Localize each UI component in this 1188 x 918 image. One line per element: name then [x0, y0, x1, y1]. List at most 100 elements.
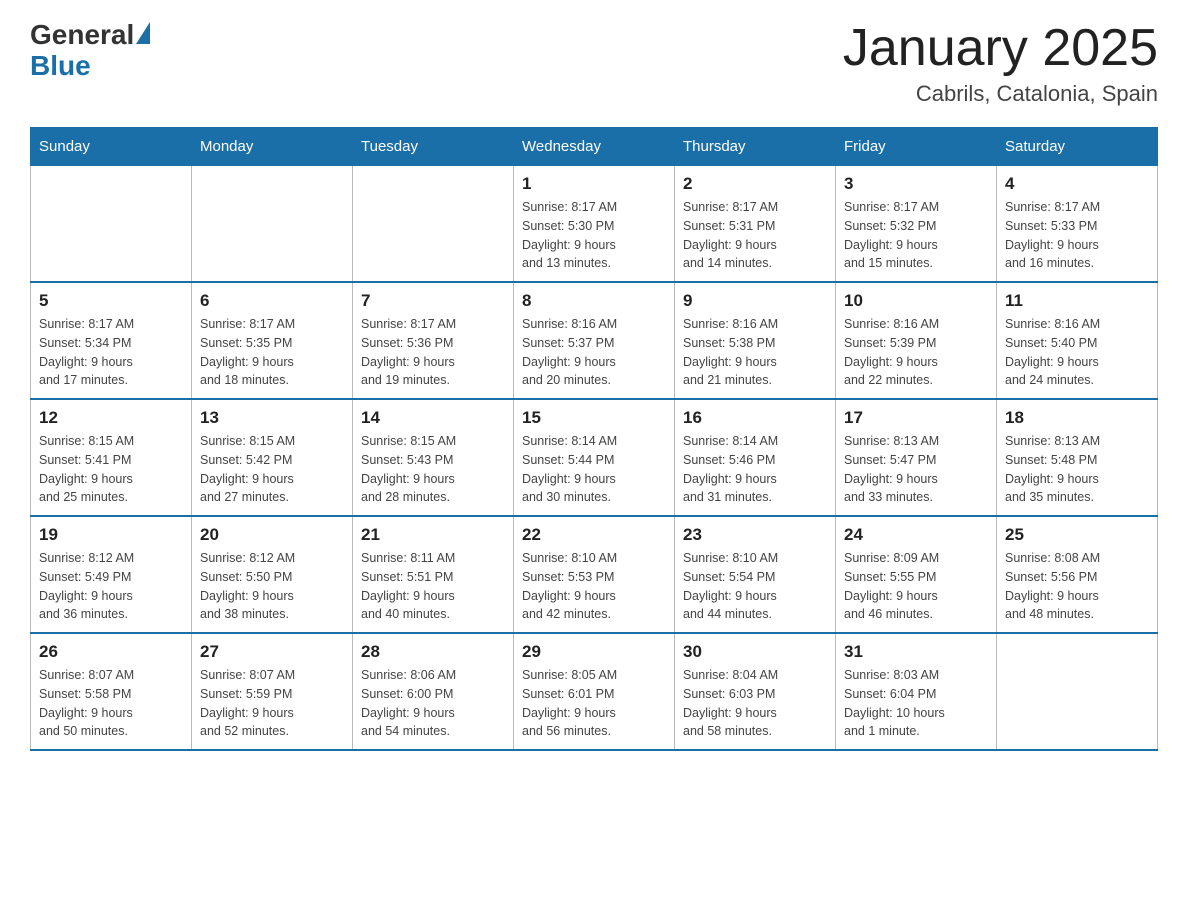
day-number: 9: [683, 291, 827, 311]
day-number: 19: [39, 525, 183, 545]
calendar-cell: 16 Sunrise: 8:14 AM Sunset: 5:46 PM Dayli…: [675, 399, 836, 516]
day-number: 24: [844, 525, 988, 545]
header-tuesday: Tuesday: [353, 128, 514, 166]
calendar-cell: 5 Sunrise: 8:17 AM Sunset: 5:34 PM Daylig…: [31, 282, 192, 399]
day-number: 11: [1005, 291, 1149, 311]
day-info: Sunrise: 8:14 AM Sunset: 5:44 PM Dayligh…: [522, 432, 666, 507]
day-number: 25: [1005, 525, 1149, 545]
calendar-cell: 13 Sunrise: 8:15 AM Sunset: 5:42 PM Dayli…: [192, 399, 353, 516]
day-info: Sunrise: 8:16 AM Sunset: 5:40 PM Dayligh…: [1005, 315, 1149, 390]
day-number: 30: [683, 642, 827, 662]
calendar-cell: 27Sunrise: 8:07 AM Sunset: 5:59 PM Dayli…: [192, 633, 353, 750]
day-number: 28: [361, 642, 505, 662]
day-number: 15: [522, 408, 666, 428]
day-number: 22: [522, 525, 666, 545]
header-sunday: Sunday: [31, 128, 192, 166]
day-info: Sunrise: 8:04 AM Sunset: 6:03 PM Dayligh…: [683, 666, 827, 741]
calendar-header-row: SundayMondayTuesdayWednesdayThursdayFrid…: [31, 128, 1158, 166]
day-number: 31: [844, 642, 988, 662]
day-number: 21: [361, 525, 505, 545]
day-info: Sunrise: 8:15 AM Sunset: 5:42 PM Dayligh…: [200, 432, 344, 507]
day-info: Sunrise: 8:05 AM Sunset: 6:01 PM Dayligh…: [522, 666, 666, 741]
day-info: Sunrise: 8:08 AM Sunset: 5:56 PM Dayligh…: [1005, 549, 1149, 624]
day-number: 7: [361, 291, 505, 311]
calendar-week-row: 12 Sunrise: 8:15 AM Sunset: 5:41 PM Dayli…: [31, 399, 1158, 516]
calendar-cell: [997, 633, 1158, 750]
day-number: 26: [39, 642, 183, 662]
header-wednesday: Wednesday: [514, 128, 675, 166]
day-number: 2: [683, 174, 827, 194]
calendar-cell: 28 Sunrise: 8:06 AM Sunset: 6:00 PM Dayli…: [353, 633, 514, 750]
day-info: Sunrise: 8:06 AM Sunset: 6:00 PM Dayligh…: [361, 666, 505, 741]
day-info: Sunrise: 8:17 AM Sunset: 5:30 PM Dayligh…: [522, 198, 666, 273]
day-number: 6: [200, 291, 344, 311]
calendar-cell: 22Sunrise: 8:10 AM Sunset: 5:53 PM Dayli…: [514, 516, 675, 633]
day-number: 12: [39, 408, 183, 428]
calendar-cell: 24 Sunrise: 8:09 AM Sunset: 5:55 PM Dayli…: [836, 516, 997, 633]
day-info: Sunrise: 8:15 AM Sunset: 5:41 PM Dayligh…: [39, 432, 183, 507]
calendar-cell: 29 Sunrise: 8:05 AM Sunset: 6:01 PM Dayli…: [514, 633, 675, 750]
calendar-cell: [192, 166, 353, 283]
page-header: General Blue January 2025 Cabrils, Catal…: [30, 20, 1158, 107]
calendar-cell: 4Sunrise: 8:17 AM Sunset: 5:33 PM Daylig…: [997, 166, 1158, 283]
header-thursday: Thursday: [675, 128, 836, 166]
calendar-cell: 31 Sunrise: 8:03 AM Sunset: 6:04 PM Dayli…: [836, 633, 997, 750]
day-number: 3: [844, 174, 988, 194]
day-info: Sunrise: 8:17 AM Sunset: 5:36 PM Dayligh…: [361, 315, 505, 390]
calendar-title: January 2025: [843, 20, 1158, 77]
day-number: 1: [522, 174, 666, 194]
day-info: Sunrise: 8:10 AM Sunset: 5:54 PM Dayligh…: [683, 549, 827, 624]
calendar-cell: 11 Sunrise: 8:16 AM Sunset: 5:40 PM Dayli…: [997, 282, 1158, 399]
day-number: 20: [200, 525, 344, 545]
calendar-week-row: 26 Sunrise: 8:07 AM Sunset: 5:58 PM Dayli…: [31, 633, 1158, 750]
logo-triangle-icon: [136, 22, 150, 44]
calendar-cell: 19 Sunrise: 8:12 AM Sunset: 5:49 PM Dayli…: [31, 516, 192, 633]
calendar-cell: 20 Sunrise: 8:12 AM Sunset: 5:50 PM Dayli…: [192, 516, 353, 633]
day-number: 18: [1005, 408, 1149, 428]
day-number: 10: [844, 291, 988, 311]
calendar-subtitle: Cabrils, Catalonia, Spain: [843, 81, 1158, 107]
day-info: Sunrise: 8:12 AM Sunset: 5:49 PM Dayligh…: [39, 549, 183, 624]
day-number: 16: [683, 408, 827, 428]
day-info: Sunrise: 8:16 AM Sunset: 5:39 PM Dayligh…: [844, 315, 988, 390]
calendar-cell: 9 Sunrise: 8:16 AM Sunset: 5:38 PM Daylig…: [675, 282, 836, 399]
day-info: Sunrise: 8:16 AM Sunset: 5:37 PM Dayligh…: [522, 315, 666, 390]
day-info: Sunrise: 8:13 AM Sunset: 5:48 PM Dayligh…: [1005, 432, 1149, 507]
calendar-week-row: 5 Sunrise: 8:17 AM Sunset: 5:34 PM Daylig…: [31, 282, 1158, 399]
calendar-week-row: 1 Sunrise: 8:17 AM Sunset: 5:30 PM Daylig…: [31, 166, 1158, 283]
calendar-cell: 17Sunrise: 8:13 AM Sunset: 5:47 PM Dayli…: [836, 399, 997, 516]
calendar-cell: 10 Sunrise: 8:16 AM Sunset: 5:39 PM Dayli…: [836, 282, 997, 399]
day-number: 27: [200, 642, 344, 662]
day-info: Sunrise: 8:17 AM Sunset: 5:34 PM Dayligh…: [39, 315, 183, 390]
day-number: 5: [39, 291, 183, 311]
day-info: Sunrise: 8:14 AM Sunset: 5:46 PM Dayligh…: [683, 432, 827, 507]
calendar-cell: [31, 166, 192, 283]
day-number: 29: [522, 642, 666, 662]
day-number: 13: [200, 408, 344, 428]
day-info: Sunrise: 8:03 AM Sunset: 6:04 PM Dayligh…: [844, 666, 988, 741]
day-number: 23: [683, 525, 827, 545]
day-info: Sunrise: 8:15 AM Sunset: 5:43 PM Dayligh…: [361, 432, 505, 507]
calendar-table: SundayMondayTuesdayWednesdayThursdayFrid…: [30, 127, 1158, 751]
calendar-cell: 3Sunrise: 8:17 AM Sunset: 5:32 PM Daylig…: [836, 166, 997, 283]
day-info: Sunrise: 8:09 AM Sunset: 5:55 PM Dayligh…: [844, 549, 988, 624]
calendar-cell: 30 Sunrise: 8:04 AM Sunset: 6:03 PM Dayli…: [675, 633, 836, 750]
calendar-cell: 1 Sunrise: 8:17 AM Sunset: 5:30 PM Daylig…: [514, 166, 675, 283]
calendar-week-row: 19 Sunrise: 8:12 AM Sunset: 5:49 PM Dayli…: [31, 516, 1158, 633]
calendar-cell: [353, 166, 514, 283]
calendar-cell: 15 Sunrise: 8:14 AM Sunset: 5:44 PM Dayli…: [514, 399, 675, 516]
day-info: Sunrise: 8:07 AM Sunset: 5:58 PM Dayligh…: [39, 666, 183, 741]
day-number: 14: [361, 408, 505, 428]
header-saturday: Saturday: [997, 128, 1158, 166]
calendar-cell: 14 Sunrise: 8:15 AM Sunset: 5:43 PM Dayli…: [353, 399, 514, 516]
day-info: Sunrise: 8:12 AM Sunset: 5:50 PM Dayligh…: [200, 549, 344, 624]
day-info: Sunrise: 8:11 AM Sunset: 5:51 PM Dayligh…: [361, 549, 505, 624]
day-number: 4: [1005, 174, 1149, 194]
title-block: January 2025 Cabrils, Catalonia, Spain: [843, 20, 1158, 107]
day-info: Sunrise: 8:17 AM Sunset: 5:35 PM Dayligh…: [200, 315, 344, 390]
header-friday: Friday: [836, 128, 997, 166]
day-info: Sunrise: 8:16 AM Sunset: 5:38 PM Dayligh…: [683, 315, 827, 390]
logo: General Blue: [30, 20, 150, 82]
calendar-cell: 18 Sunrise: 8:13 AM Sunset: 5:48 PM Dayli…: [997, 399, 1158, 516]
calendar-cell: 6 Sunrise: 8:17 AM Sunset: 5:35 PM Daylig…: [192, 282, 353, 399]
